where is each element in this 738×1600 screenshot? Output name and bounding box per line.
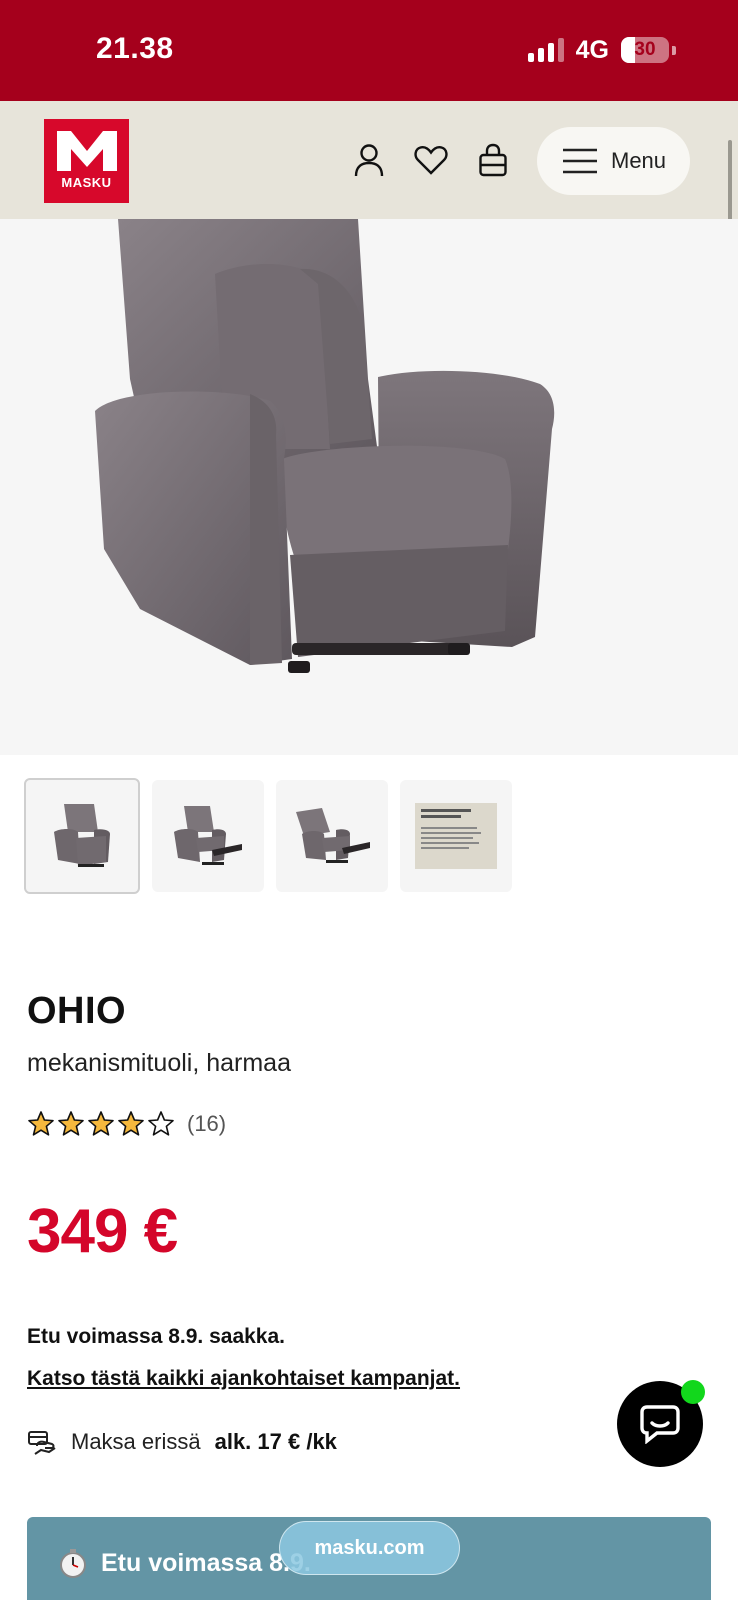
chat-online-indicator	[681, 1380, 705, 1404]
chair-thumbnail-icon	[54, 804, 110, 867]
account-icon[interactable]	[349, 140, 389, 180]
battery-icon: 30	[621, 37, 669, 63]
installment-value: alk. 17 € /kk	[214, 1429, 337, 1454]
menu-label: Menu	[611, 148, 667, 173]
thumbnail-3[interactable]	[276, 780, 388, 892]
site-header: MASKU Menu	[0, 101, 738, 219]
status-time: 21.38	[96, 32, 174, 65]
campaigns-link[interactable]: Katso tästä kaikki ajankohtaiset kampanj…	[27, 1367, 460, 1391]
battery-level: 30	[634, 39, 656, 60]
offer-validity: Etu voimassa 8.9. saakka.	[27, 1325, 285, 1348]
shopping-bag-icon[interactable]	[473, 140, 513, 180]
browser-url-pill[interactable]: masku.com	[279, 1521, 460, 1575]
product-price: 349 €	[27, 1197, 178, 1266]
installment-info[interactable]: Maksa erissä alk. 17 € /kk	[27, 1428, 337, 1456]
status-indicators: 4G 30	[527, 35, 676, 64]
chair-reclined-thumbnail-icon	[174, 806, 242, 865]
product-main-image[interactable]	[0, 219, 738, 755]
logo-text: MASKU	[61, 175, 112, 190]
star-filled-icon	[118, 1111, 144, 1136]
menu-button[interactable]: Menu	[537, 127, 690, 195]
thumbnail-4[interactable]	[400, 780, 512, 892]
feature-card-thumbnail	[415, 803, 497, 869]
thumbnail-1[interactable]	[24, 778, 140, 894]
installment-label: Maksa erissä	[71, 1429, 201, 1454]
recliner-chair-image	[95, 219, 555, 673]
network-type: 4G	[575, 35, 609, 64]
status-bar: 21.38 4G 30	[0, 0, 738, 101]
product-rating[interactable]: (16)	[27, 1110, 226, 1137]
star-filled-icon	[88, 1111, 114, 1136]
heart-icon[interactable]	[411, 140, 451, 180]
masku-logo[interactable]: MASKU	[44, 119, 129, 203]
review-count[interactable]: (16)	[187, 1111, 226, 1137]
hamburger-icon	[563, 148, 597, 174]
product-name: OHIO	[27, 990, 127, 1032]
stopwatch-icon	[60, 1549, 86, 1578]
chat-bubble-icon	[640, 1405, 680, 1444]
cellular-signal-icon	[527, 38, 564, 62]
chair-reclined-side-thumbnail-icon	[296, 808, 370, 863]
star-empty-icon	[148, 1111, 174, 1136]
star-filled-icon	[58, 1111, 84, 1136]
product-subtitle: mekanismituoli, harmaa	[27, 1049, 291, 1077]
thumbnail-2[interactable]	[152, 780, 264, 892]
gallery-thumbnails	[24, 778, 512, 894]
star-filled-icon	[28, 1111, 54, 1136]
installment-payment-icon	[28, 1431, 56, 1455]
rating-stars	[27, 1110, 175, 1137]
logo-m-mark	[56, 131, 117, 171]
